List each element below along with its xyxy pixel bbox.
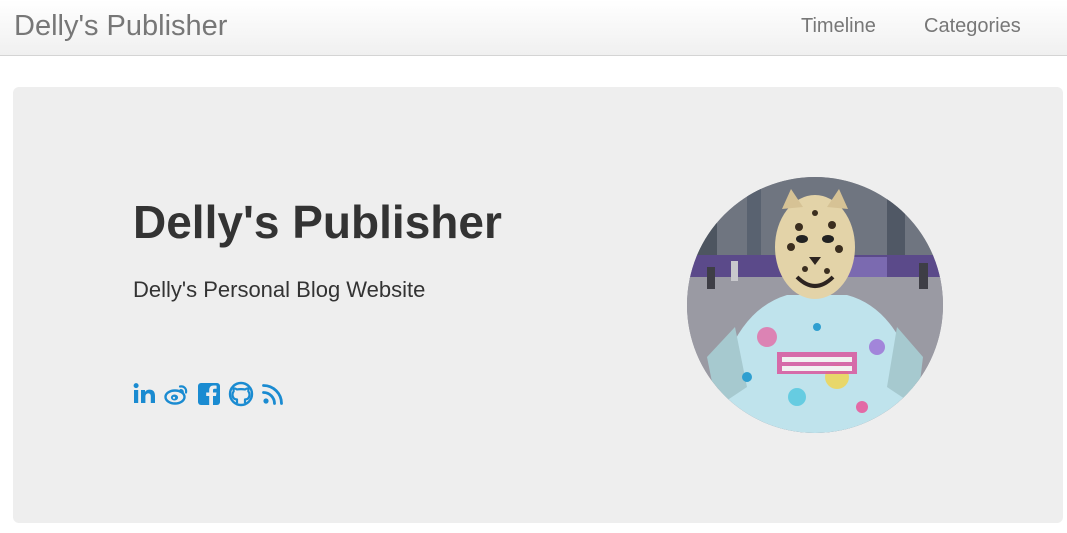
profile-photo bbox=[687, 177, 943, 433]
weibo-icon[interactable] bbox=[164, 381, 190, 407]
linkedin-icon[interactable] bbox=[132, 381, 158, 407]
facebook-icon[interactable] bbox=[196, 381, 222, 407]
hero-title: Delly's Publisher bbox=[133, 196, 502, 248]
rss-icon[interactable] bbox=[260, 381, 286, 407]
navbar-brand[interactable]: Delly's Publisher bbox=[14, 9, 227, 43]
nav-link-timeline[interactable]: Timeline bbox=[801, 14, 876, 38]
top-navbar: Delly's Publisher Timeline Categories bbox=[0, 0, 1067, 56]
hero-subtitle: Delly's Personal Blog Website bbox=[133, 277, 426, 302]
hero-jumbotron: Delly's Publisher Delly's Personal Blog … bbox=[13, 87, 1063, 523]
nav-link-categories[interactable]: Categories bbox=[924, 14, 1021, 38]
social-links bbox=[132, 381, 286, 407]
profile-avatar bbox=[687, 177, 943, 433]
github-icon[interactable] bbox=[228, 381, 254, 407]
